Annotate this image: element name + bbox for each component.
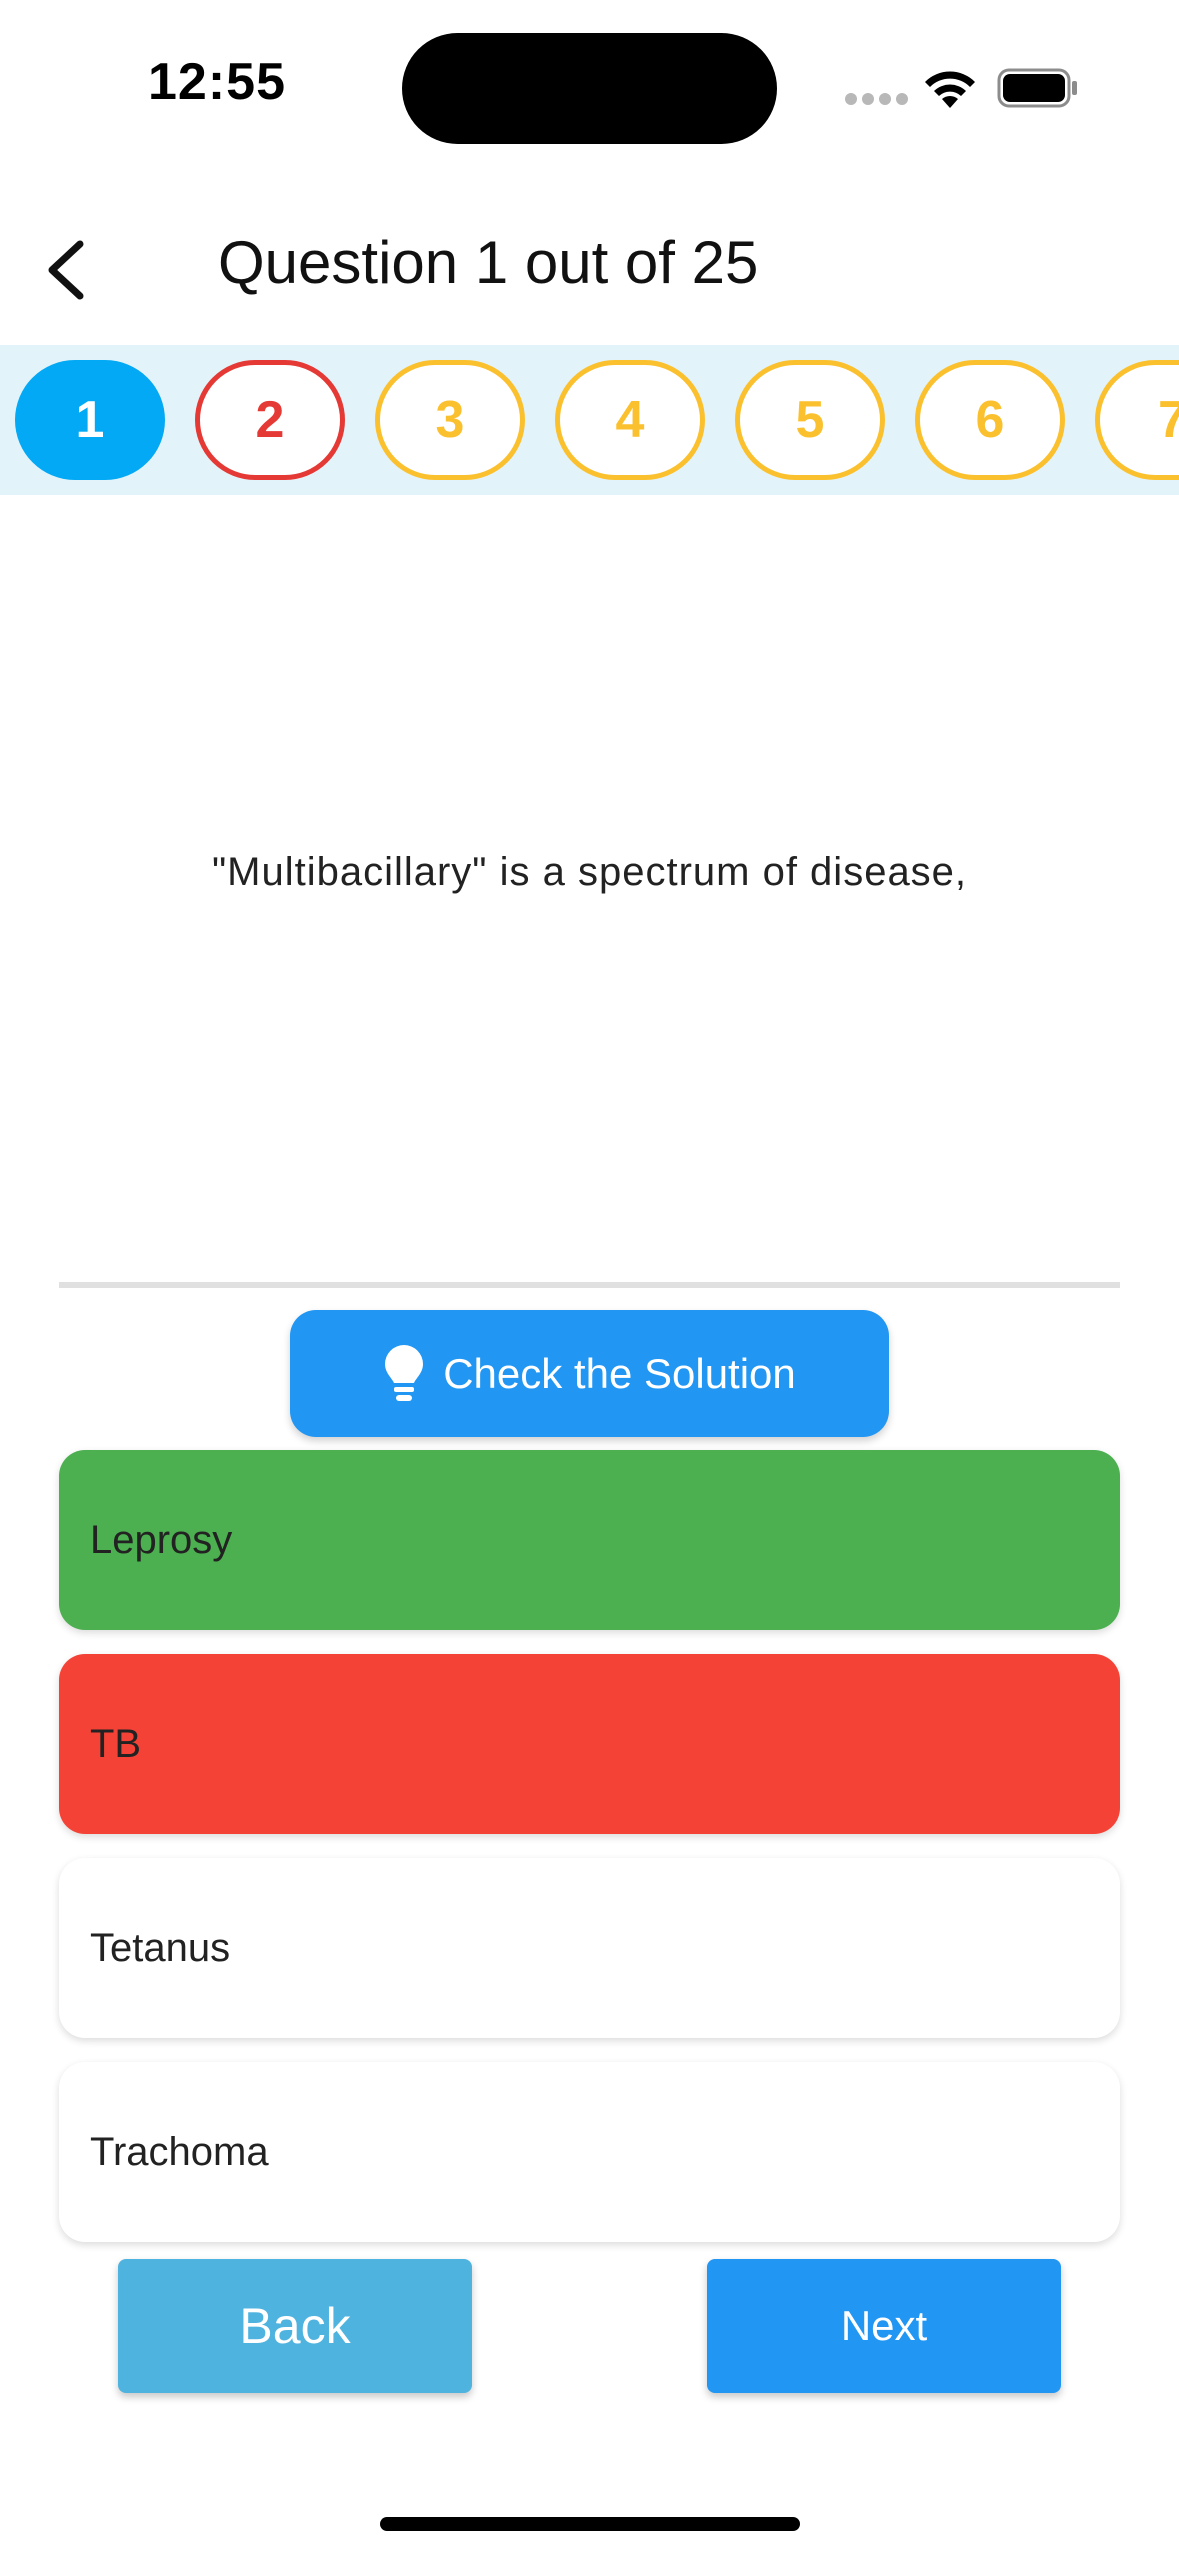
status-time: 12:55 [148,53,286,111]
page-title: Question 1 out of 25 [218,229,759,296]
battery-icon [997,68,1077,108]
question-pill-1[interactable]: 1 [15,360,165,480]
answer-option-trachoma[interactable]: Trachoma [59,2062,1120,2242]
question-text: "Multibacillary" is a spectrum of diseas… [211,850,968,894]
check-solution-button[interactable]: Check the Solution [290,1310,889,1437]
question-pill-6[interactable]: 6 [915,360,1065,480]
next-button[interactable]: Next [707,2259,1061,2393]
dynamic-island [402,33,777,144]
lightbulb-icon [385,1344,424,1401]
answer-option-label: Tetanus [90,1925,231,1970]
cellular-signal-icon [845,93,908,107]
answer-option-leprosy[interactable]: Leprosy [59,1450,1120,1630]
back-arrow-icon[interactable] [40,230,100,310]
wifi-icon [925,71,975,108]
back-button[interactable]: Back [118,2259,472,2393]
answer-option-label: Trachoma [90,2129,269,2174]
question-pill-7[interactable]: 7 [1095,360,1179,480]
status-bar: 12:55 [0,0,1179,175]
answer-option-label: TB [90,1721,142,1766]
home-indicator[interactable] [380,2517,800,2531]
question-pill-3[interactable]: 3 [375,360,525,480]
question-pill-2[interactable]: 2 [195,360,345,480]
divider [59,1282,1120,1288]
question-pill-4[interactable]: 4 [555,360,705,480]
check-solution-label: Check the Solution [443,1349,796,1397]
answer-option-label: Leprosy [90,1517,233,1562]
question-pill-5[interactable]: 5 [735,360,885,480]
answer-option-tb[interactable]: TB [59,1654,1120,1834]
app-header: Question 1 out of 25 [0,190,1179,330]
answer-option-tetanus[interactable]: Tetanus [59,1858,1120,2038]
question-number-strip[interactable]: 1 2 3 4 5 6 7 [0,345,1179,495]
